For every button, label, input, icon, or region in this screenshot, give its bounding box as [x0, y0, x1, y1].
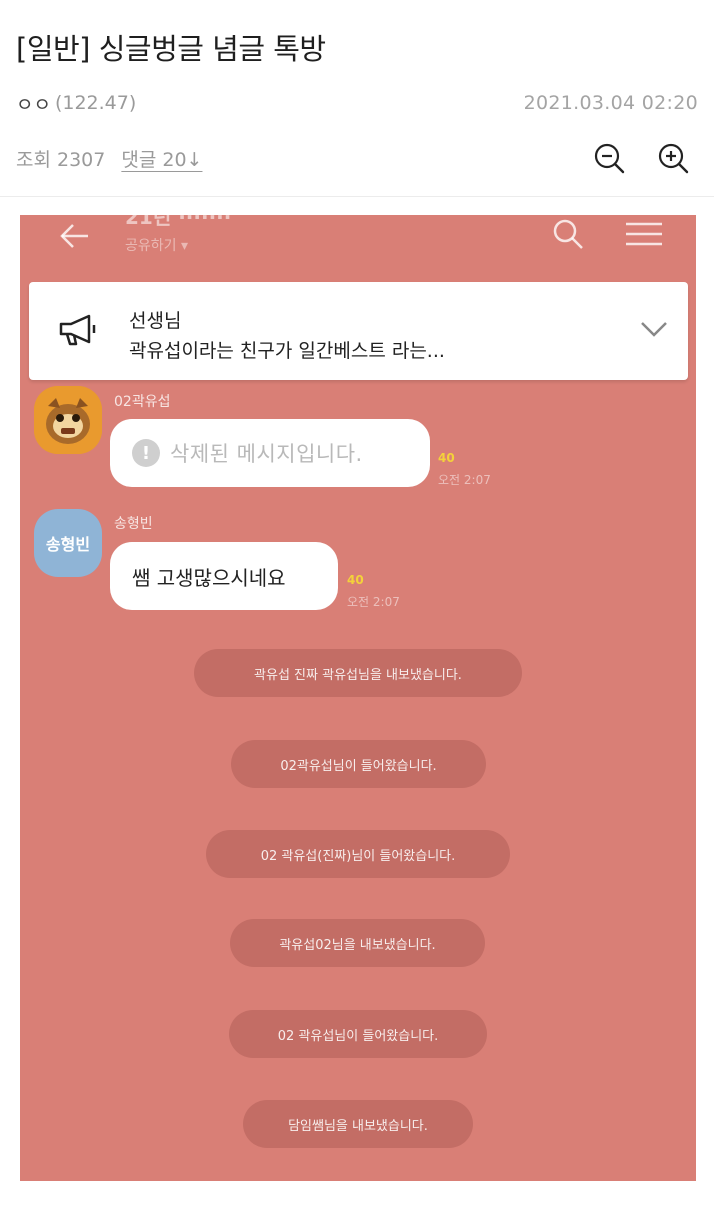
zoom-in-button[interactable]	[656, 141, 690, 175]
notice-title: 선생님	[129, 310, 182, 332]
system-message: 곽유섭 진짜 곽유섭님을 내보냈습니다.	[194, 649, 522, 697]
divider	[0, 196, 714, 197]
notice-banner: 선생님 곽유섭이라는 친구가 일간베스트 라는...	[29, 282, 688, 380]
author-ip: (122.47)	[54, 92, 137, 114]
zoom-out-button[interactable]	[592, 141, 626, 175]
chat-screenshot: 21년 ······· 공유하기 ▾ 선생님 곽유섭이라는 친구가 일간베스트 …	[20, 215, 696, 1181]
megaphone-icon	[59, 314, 96, 346]
sender-name: 02곽유섭	[114, 394, 171, 410]
message-bubble: ! 삭제된 메시지입니다.	[110, 419, 430, 487]
zoom-controls	[592, 141, 690, 175]
zoom-in-icon	[658, 143, 689, 174]
post-stats: 조회 2307 댓글 20↓	[16, 140, 690, 176]
back-arrow-icon	[60, 224, 88, 248]
system-message: 02 곽유섭님이 들어왔습니다.	[229, 1010, 487, 1058]
system-message: 담임쌤님을 내보냈습니다.	[243, 1100, 473, 1148]
author-name[interactable]: ㅇㅇ	[16, 90, 51, 117]
avatar: 송형빈	[34, 509, 102, 577]
chat-header: 21년 ······· 공유하기 ▾	[20, 215, 696, 275]
message-time: 오전 2:07	[438, 473, 491, 487]
system-message: 02곽유섭님이 들어왔습니다.	[231, 740, 486, 788]
message-time: 오전 2:07	[347, 595, 400, 609]
message-text: 쌤 고생많으시네요	[132, 565, 286, 590]
unread-count: 40	[438, 451, 455, 465]
exclamation-icon: !	[132, 439, 160, 467]
character-avatar-icon	[34, 386, 102, 454]
search-icon	[553, 219, 583, 249]
chat-room-title: 21년 ·······	[125, 215, 232, 229]
view-count: 조회 2307	[16, 148, 106, 171]
comment-link[interactable]: 댓글 20↓	[121, 145, 202, 172]
message-text: 삭제된 메시지입니다.	[170, 442, 363, 466]
avatar-label: 송형빈	[45, 535, 91, 554]
post-meta: ㅇㅇ (122.47) 2021.03.04 02:20	[16, 88, 698, 118]
unread-count: 40	[347, 573, 364, 587]
zoom-out-icon	[594, 143, 625, 174]
system-message: 02 곽유섭(진짜)님이 들어왔습니다.	[206, 830, 510, 878]
post-title: [일반] 싱글벙글 념글 톡방	[16, 32, 326, 66]
menu-icon	[626, 222, 662, 246]
message-bubble: 쌤 고생많으시네요	[110, 542, 338, 610]
avatar	[34, 386, 102, 454]
post-date: 2021.03.04 02:20	[523, 92, 698, 114]
notice-body: 곽유섭이라는 친구가 일간베스트 라는...	[129, 340, 445, 362]
sender-name: 송형빈	[114, 516, 153, 532]
share-link: 공유하기 ▾	[125, 238, 188, 254]
system-message: 곽유섭02님을 내보냈습니다.	[230, 919, 485, 967]
chevron-down-icon	[641, 322, 667, 337]
